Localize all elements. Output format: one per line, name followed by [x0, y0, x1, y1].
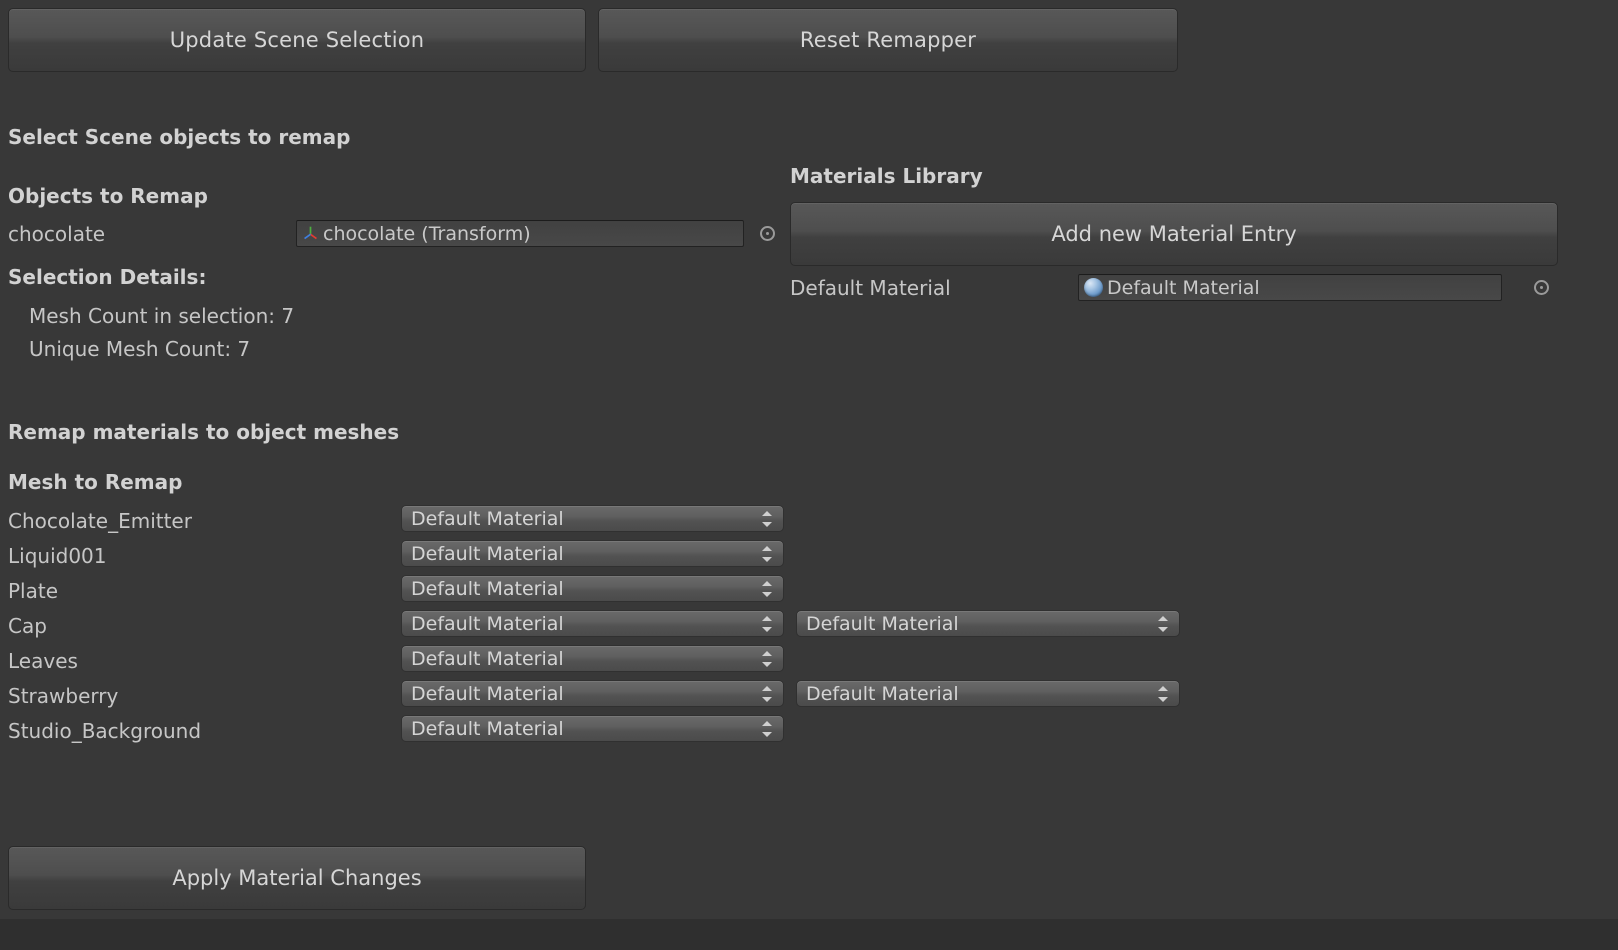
- remapper-window: Update Scene Selection Reset Remapper Se…: [0, 0, 1618, 950]
- material-popup-slot-1[interactable]: Default Material: [401, 680, 784, 707]
- window-bottom-strip: [0, 919, 1618, 950]
- material-popup-slot-1[interactable]: Default Material: [401, 575, 784, 602]
- popup-updown-arrows-icon: [759, 580, 775, 598]
- material-popup-slot-2[interactable]: Default Material: [796, 610, 1180, 637]
- mesh-name-label: Leaves: [8, 649, 78, 673]
- mesh-remap-row: Cap Default Material Default Material: [0, 610, 1618, 645]
- material-popup-slot-1[interactable]: Default Material: [401, 715, 784, 742]
- select-scene-objects-heading: Select Scene objects to remap: [8, 125, 351, 149]
- unique-mesh-count-text: Unique Mesh Count: 7: [29, 337, 251, 361]
- material-object-field[interactable]: Default Material: [1078, 274, 1502, 301]
- material-popup-slot-2[interactable]: Default Material: [796, 680, 1180, 707]
- mesh-remap-row: Leaves Default Material: [0, 645, 1618, 680]
- objects-to-remap-heading: Objects to Remap: [8, 184, 208, 208]
- popup-updown-arrows-icon: [759, 510, 775, 528]
- popup-updown-arrows-icon: [1155, 685, 1171, 703]
- mesh-remap-row: Liquid001 Default Material: [0, 540, 1618, 575]
- popup-updown-arrows-icon: [759, 545, 775, 563]
- popup-updown-arrows-icon: [759, 615, 775, 633]
- transform-icon: [304, 226, 317, 240]
- material-popup-value: Default Material: [411, 647, 564, 670]
- mesh-name-label: Chocolate_Emitter: [8, 509, 192, 533]
- objects-to-remap-row: chocolate chocolate (Transform): [8, 220, 778, 248]
- material-popup-slot-1[interactable]: Default Material: [401, 645, 784, 672]
- mesh-name-label: Strawberry: [8, 684, 119, 708]
- material-popup-value: Default Material: [411, 612, 564, 635]
- material-picker-icon[interactable]: [1534, 280, 1549, 295]
- mesh-remap-row: Chocolate_Emitter Default Material: [0, 505, 1618, 540]
- material-sphere-icon: [1084, 278, 1103, 297]
- mesh-remap-row: Plate Default Material: [0, 575, 1618, 610]
- material-popup-value: Default Material: [411, 682, 564, 705]
- material-popup-value: Default Material: [806, 682, 959, 705]
- scene-object-field[interactable]: chocolate (Transform): [296, 220, 744, 247]
- material-popup-slot-1[interactable]: Default Material: [401, 505, 784, 532]
- selection-details-heading: Selection Details:: [8, 265, 207, 289]
- scene-object-field-value: chocolate (Transform): [323, 222, 531, 245]
- mesh-count-text: Mesh Count in selection: 7: [29, 304, 295, 328]
- material-popup-value: Default Material: [411, 717, 564, 740]
- material-object-field-value: Default Material: [1107, 276, 1260, 299]
- material-popup-slot-1[interactable]: Default Material: [401, 540, 784, 567]
- mesh-remap-row: Strawberry Default Material Default Materi…: [0, 680, 1618, 715]
- material-popup-slot-1[interactable]: Default Material: [401, 610, 784, 637]
- popup-updown-arrows-icon: [759, 720, 775, 738]
- material-popup-value: Default Material: [411, 507, 564, 530]
- update-scene-selection-button[interactable]: Update Scene Selection: [8, 8, 586, 72]
- mesh-to-remap-column-header: Mesh to Remap: [8, 470, 183, 494]
- object-field-label: chocolate: [8, 222, 106, 246]
- material-popup-value: Default Material: [411, 577, 564, 600]
- materials-library-heading: Materials Library: [790, 164, 983, 188]
- popup-updown-arrows-icon: [759, 650, 775, 668]
- mesh-name-label: Cap: [8, 614, 47, 638]
- top-button-bar: Update Scene Selection Reset Remapper: [8, 8, 1610, 72]
- add-new-material-entry-button[interactable]: Add new Material Entry: [790, 202, 1558, 266]
- material-entry-label: Default Material: [790, 276, 951, 300]
- popup-updown-arrows-icon: [759, 685, 775, 703]
- material-popup-value: Default Material: [806, 612, 959, 635]
- mesh-name-label: Liquid001: [8, 544, 107, 568]
- material-entry-row: Default Material Default Material: [790, 274, 1570, 302]
- reset-remapper-button[interactable]: Reset Remapper: [598, 8, 1178, 72]
- apply-material-changes-button[interactable]: Apply Material Changes: [8, 846, 586, 910]
- remap-materials-heading: Remap materials to object meshes: [8, 420, 400, 444]
- mesh-remap-list: Chocolate_Emitter Default Material Liquid0…: [0, 505, 1618, 750]
- mesh-remap-row: Studio_Background Default Material: [0, 715, 1618, 750]
- material-popup-value: Default Material: [411, 542, 564, 565]
- mesh-name-label: Studio_Background: [8, 719, 202, 743]
- popup-updown-arrows-icon: [1155, 615, 1171, 633]
- mesh-name-label: Plate: [8, 579, 59, 603]
- object-picker-icon[interactable]: [760, 226, 775, 241]
